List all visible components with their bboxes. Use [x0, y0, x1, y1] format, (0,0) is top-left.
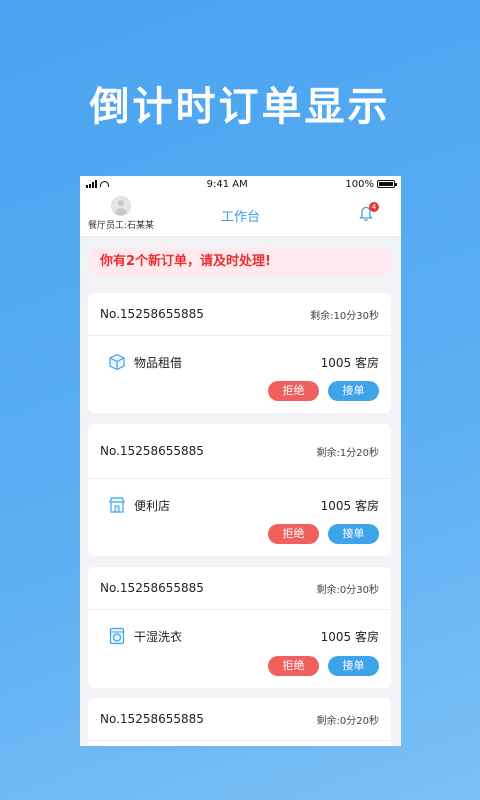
order-actions: 拒绝 接单	[268, 656, 379, 676]
status-right: 100%	[345, 178, 397, 190]
phone-screen: 9:41 AM 100% 餐厅员工:石某某 工作台 4 你有2个新订单，请及时处…	[80, 176, 401, 746]
order-card-header: No.15258655885 剩余:0分30秒	[88, 567, 391, 610]
room-number: 1005 客房	[320, 355, 379, 370]
accept-button[interactable]: 接单	[328, 656, 379, 676]
signal-icon	[86, 180, 97, 188]
countdown-remaining: 剩余:0分20秒	[316, 715, 379, 727]
reject-button[interactable]: 拒绝	[268, 656, 319, 676]
order-card: No.15258655885 剩余:0分30秒 干湿洗衣 1005 客房 拒绝 …	[88, 567, 391, 688]
accept-button[interactable]: 接单	[328, 524, 379, 544]
reject-button[interactable]: 拒绝	[268, 524, 319, 544]
order-card: No.15258655885 剩余:0分20秒	[88, 698, 391, 746]
order-card-header: No.15258655885 剩余:1分20秒	[88, 424, 391, 479]
countdown-remaining: 剩余:10分30秒	[310, 310, 379, 322]
new-order-alert: 你有2个新订单，请及时处理!	[88, 247, 393, 277]
order-actions: 拒绝 接单	[268, 524, 379, 544]
order-card-header: No.15258655885 剩余:10分30秒	[88, 293, 391, 336]
store-icon	[109, 497, 125, 513]
countdown-remaining: 剩余:0分30秒	[316, 584, 379, 596]
page-title: 工作台	[220, 210, 260, 225]
order-number: No.15258655885	[100, 581, 204, 595]
room-number: 1005 客房	[320, 629, 379, 644]
service-name: 便利店	[134, 498, 171, 513]
headline: 倒计时订单显示	[89, 84, 391, 130]
battery-icon	[376, 180, 397, 188]
washer-icon	[109, 627, 125, 645]
status-left	[86, 180, 109, 188]
battery-percent: 100%	[345, 178, 374, 190]
app-header: 餐厅员工:石某某 工作台 4	[80, 192, 401, 237]
room-number: 1005 客房	[320, 498, 379, 513]
order-card: No.15258655885 剩余:10分30秒 物品租借 1005 客房 拒绝…	[88, 293, 391, 413]
order-card-header: No.15258655885 剩余:0分20秒	[88, 698, 391, 741]
box-icon	[109, 353, 125, 371]
order-card-body: 干湿洗衣 1005 客房	[88, 610, 391, 662]
order-number: No.15258655885	[100, 307, 204, 321]
order-actions: 拒绝 接单	[268, 381, 379, 401]
status-bar: 9:41 AM 100%	[80, 176, 401, 192]
notification-badge: 4	[369, 202, 379, 212]
order-card: No.15258655885 剩余:1分20秒 便利店 1005 客房 拒绝 接…	[88, 424, 391, 556]
reject-button[interactable]: 拒绝	[268, 381, 319, 401]
service-info: 物品租借	[108, 353, 182, 371]
status-time: 9:41 AM	[206, 178, 248, 190]
countdown-remaining: 剩余:1分20秒	[316, 447, 379, 459]
wifi-icon	[100, 181, 109, 187]
order-number: No.15258655885	[100, 712, 204, 726]
service-name: 物品租借	[134, 355, 183, 370]
service-info: 干湿洗衣	[108, 627, 182, 645]
service-info: 便利店	[108, 496, 170, 514]
service-name: 干湿洗衣	[134, 629, 183, 644]
order-number: No.15258655885	[100, 444, 204, 458]
accept-button[interactable]: 接单	[328, 381, 379, 401]
